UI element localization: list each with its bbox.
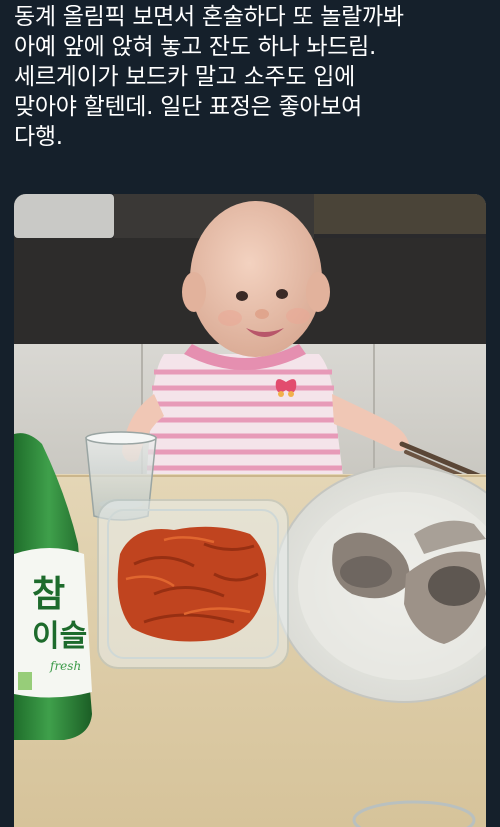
photo-scene: 참 이슬 fresh (14, 194, 486, 827)
bottle-fresh-text: fresh (49, 659, 81, 673)
tweet-text-line: 맞아야 할텐데. 일단 표정은 좋아보여 (14, 94, 362, 120)
kimchi-container (97, 499, 289, 669)
background-bottles (314, 194, 486, 234)
tweet-text-line: 세르게이가 보드카 말고 소주도 입에 (14, 64, 355, 90)
tweet: 동계 올림픽 보면서 혼술하다 또 놀랄까봐 아예 앞에 앉혀 놓고 잔도 하나… (0, 0, 500, 827)
tweet-text-line: 다행. (14, 124, 63, 150)
tweet-text-line: 아예 앞에 앉혀 놓고 잔도 하나 놔드림. (14, 34, 376, 60)
tweet-photo[interactable]: 참 이슬 fresh (14, 194, 486, 827)
tweet-text-line: 동계 올림픽 보면서 혼술하다 또 놀랄까봐 (14, 4, 404, 30)
tweet-text: 동계 올림픽 보면서 혼술하다 또 놀랄까봐 아예 앞에 앉혀 놓고 잔도 하나… (14, 2, 490, 152)
background-appliance (14, 194, 114, 238)
bottle-brand-line1: 참 (32, 574, 65, 615)
bottle-brand-line2: 이슬 (32, 619, 87, 654)
